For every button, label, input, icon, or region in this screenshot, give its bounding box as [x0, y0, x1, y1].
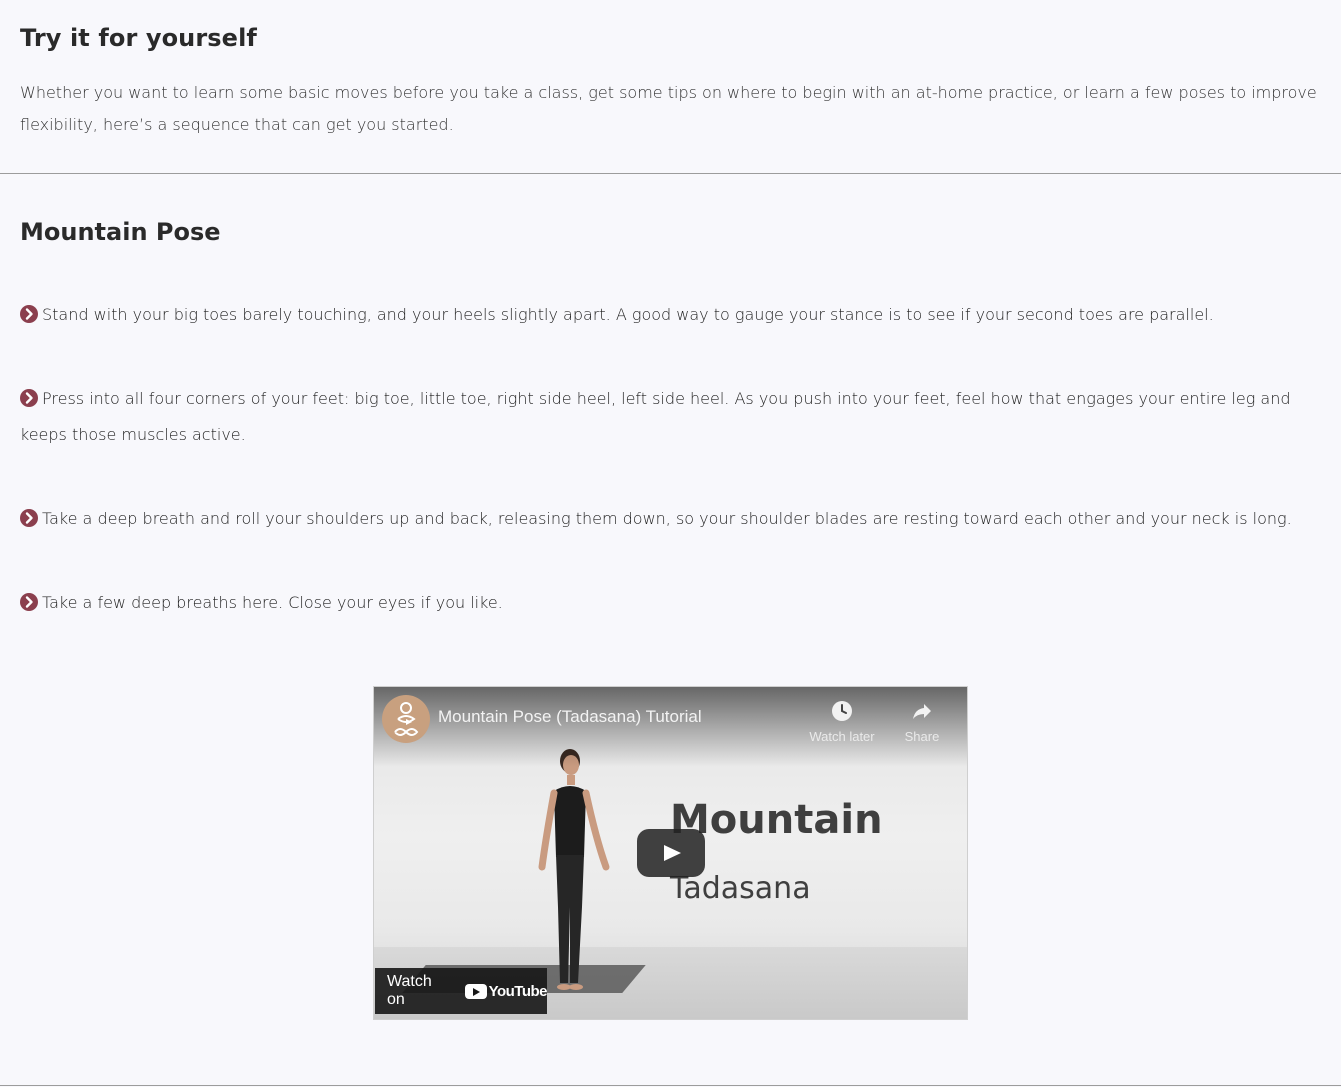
share-button[interactable]: Share	[894, 699, 950, 744]
play-icon	[664, 845, 681, 861]
share-arrow-icon	[913, 704, 931, 719]
chevron-right-circle-icon	[20, 389, 38, 407]
watch-on-label: Watch on	[387, 973, 432, 1008]
pose-title: Mountain Pose	[20, 218, 221, 246]
youtube-video-embed[interactable]: Mountain Tadasana Mountain Pose (Tadasan…	[373, 686, 968, 1020]
youtube-logo-icon: YouTube	[464, 982, 548, 1000]
step-item: Press into all four corners of your feet…	[20, 381, 1320, 453]
video-title[interactable]: Mountain Pose (Tadasana) Tutorial	[438, 707, 702, 727]
share-label: Share	[904, 729, 940, 744]
step-text: Stand with your big toes barely touching…	[42, 305, 1214, 324]
channel-avatar[interactable]	[382, 695, 430, 743]
watch-later-label: Watch later	[809, 729, 875, 744]
step-item: Take a deep breath and roll your shoulde…	[20, 501, 1320, 537]
watch-on-youtube-button[interactable]: Watch on YouTube	[375, 968, 548, 1014]
clock-icon	[832, 701, 852, 721]
section-divider	[0, 173, 1341, 174]
chevron-right-circle-icon	[20, 305, 38, 323]
play-button[interactable]	[637, 829, 705, 877]
step-text: Take a few deep breaths here. Close your…	[42, 593, 503, 612]
step-text: Press into all four corners of your feet…	[20, 389, 1291, 444]
yoga-logo-icon	[394, 702, 419, 736]
chevron-right-circle-icon	[20, 593, 38, 611]
watch-later-button[interactable]: Watch later	[804, 699, 880, 744]
section-divider	[0, 1085, 1341, 1086]
intro-title: Try it for yourself	[20, 24, 257, 52]
step-item: Take a few deep breaths here. Close your…	[20, 585, 1320, 621]
intro-text: Whether you want to learn some basic mov…	[20, 83, 1317, 134]
step-item: Stand with your big toes barely touching…	[20, 297, 1320, 333]
yoga-person-figure	[538, 749, 610, 990]
chevron-right-circle-icon	[20, 509, 38, 527]
youtube-wordmark: YouTube	[488, 982, 548, 1000]
step-text: Take a deep breath and roll your shoulde…	[42, 509, 1292, 528]
mountain-pose-section: Mountain Pose Stand with your big toes b…	[20, 216, 1320, 612]
intro-section: Try it for yourself Whether you want to …	[0, 0, 1341, 151]
